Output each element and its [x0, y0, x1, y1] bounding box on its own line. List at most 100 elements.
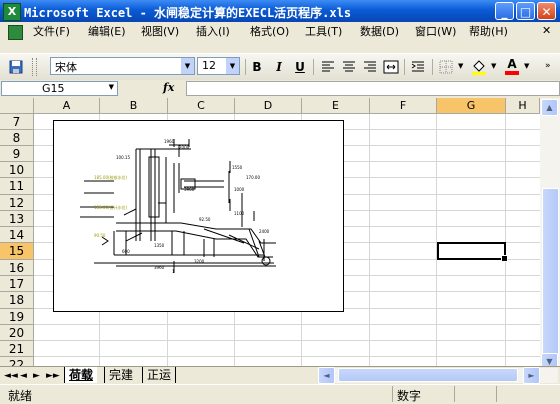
insert-function-button[interactable]: fx [163, 81, 174, 94]
borders-icon[interactable] [436, 57, 456, 77]
font-size-select[interactable]: 12 ▼ [197, 57, 240, 75]
column-header-active[interactable]: G [437, 98, 506, 114]
chevron-down-icon[interactable]: ▼ [181, 58, 194, 74]
chevron-down-icon[interactable]: ▼ [458, 62, 463, 70]
horizontal-scrollbar[interactable]: ◄ ► [318, 367, 558, 384]
menu-help[interactable]: 帮助(H) [466, 24, 511, 39]
dimension-label: 92.50 [199, 217, 211, 222]
sheet-tab-active[interactable]: 荷载 [64, 367, 98, 383]
status-panel [454, 386, 495, 402]
maximize-button[interactable]: □ [516, 2, 535, 20]
menu-window[interactable]: 窗口(W) [412, 24, 459, 39]
fill-color-icon[interactable] [469, 57, 489, 77]
font-color-icon[interactable]: A [502, 57, 522, 77]
last-sheet-button[interactable]: ►► [46, 371, 60, 381]
name-box-value: G15 [42, 82, 65, 95]
row-header-active[interactable]: 15 [0, 243, 34, 260]
sheet-tab[interactable]: 完建 [104, 367, 137, 383]
row-header[interactable]: 19 [0, 309, 34, 325]
menu-insert[interactable]: 插入(I) [193, 24, 233, 39]
column-header[interactable]: C [168, 98, 235, 114]
merge-center-icon[interactable] [381, 57, 401, 77]
title-bar[interactable]: X Microsoft Excel - 水闸稳定计算的EXECL活页程序.xls… [0, 0, 560, 22]
toolbar-options-icon[interactable]: » [545, 61, 551, 71]
sluice-cross-section-drawing: 1960 2000 1550 100.15 185.00(校核水位) 185.0… [80, 139, 276, 274]
close-button[interactable]: ✕ [537, 2, 556, 20]
status-bar: 就绪 数字 [0, 384, 560, 404]
align-left-icon[interactable] [318, 57, 338, 77]
worksheet-grid[interactable]: A B C D E F G H 7 8 9 10 11 12 13 14 15 … [0, 98, 540, 366]
chevron-down-icon[interactable]: ▼ [109, 83, 114, 91]
row-header[interactable]: 12 [0, 195, 34, 211]
row-header[interactable]: 10 [0, 162, 34, 178]
menu-format[interactable]: 格式(O) [247, 24, 292, 39]
dimension-label: 170.00 [246, 175, 260, 180]
underline-button[interactable]: U [290, 57, 310, 77]
dimension-label: 3200 [194, 259, 205, 264]
chevron-down-icon[interactable]: ▼ [524, 62, 529, 70]
save-icon[interactable] [6, 57, 26, 77]
chevron-down-icon[interactable]: ▼ [226, 58, 239, 74]
row-header[interactable]: 7 [0, 114, 34, 130]
first-sheet-button[interactable]: ◄◄ [4, 371, 18, 381]
select-all-corner[interactable] [0, 98, 34, 114]
scroll-thumb[interactable] [542, 188, 559, 356]
sheet-tab[interactable]: 正运 [142, 367, 177, 383]
menu-file[interactable]: 文件(F) [30, 24, 73, 39]
menu-view[interactable]: 视图(V) [138, 24, 182, 39]
dimension-label: 2000 [179, 145, 190, 150]
column-header[interactable]: B [100, 98, 168, 114]
bold-button[interactable]: B [247, 57, 267, 77]
menu-tools[interactable]: 工具(T) [302, 24, 345, 39]
row-header[interactable]: 21 [0, 341, 34, 357]
row-header[interactable]: 18 [0, 292, 34, 309]
fill-handle[interactable] [501, 255, 508, 262]
formula-input[interactable] [186, 81, 560, 96]
active-cell[interactable] [437, 242, 508, 262]
row-header[interactable]: 17 [0, 276, 34, 292]
scroll-up-icon[interactable]: ▲ [541, 99, 558, 116]
embedded-drawing[interactable]: 1960 2000 1550 100.15 185.00(校核水位) 185.0… [53, 120, 344, 312]
vertical-scrollbar[interactable]: ▲ ▼ [540, 98, 560, 370]
italic-button[interactable]: I [269, 57, 289, 77]
menu-edit[interactable]: 编辑(E) [85, 24, 129, 39]
document-close-button[interactable]: ✕ [542, 24, 551, 37]
align-right-icon[interactable] [360, 57, 380, 77]
column-header[interactable]: E [302, 98, 370, 114]
workbook-icon[interactable] [8, 25, 23, 40]
column-header[interactable]: D [235, 98, 302, 114]
row-header[interactable]: 14 [0, 227, 34, 243]
row-header[interactable]: 20 [0, 325, 34, 341]
dimension-label: 2400 [259, 229, 270, 234]
prev-sheet-button[interactable]: ◄ [20, 371, 27, 381]
toolbar-grip[interactable] [32, 58, 37, 76]
toolbar-separator [313, 59, 314, 75]
row-header[interactable]: 16 [0, 260, 34, 276]
column-header[interactable]: F [370, 98, 437, 114]
menu-data[interactable]: 数据(D) [357, 24, 402, 39]
font-color-label: A [507, 57, 517, 71]
excel-icon[interactable]: X [3, 3, 21, 21]
next-sheet-button[interactable]: ► [33, 371, 40, 381]
font-name-select[interactable]: 宋体 ▼ [50, 57, 195, 75]
row-header[interactable]: 22 [0, 357, 34, 366]
column-header[interactable]: A [34, 98, 100, 114]
gridline [436, 114, 437, 366]
row-header[interactable]: 9 [0, 146, 34, 162]
gridline [369, 114, 370, 366]
column-header[interactable]: H [506, 98, 540, 114]
scroll-left-icon[interactable]: ◄ [318, 367, 335, 384]
dimension-label: 1960 [164, 139, 175, 144]
row-header[interactable]: 11 [0, 178, 34, 195]
row-header[interactable]: 8 [0, 130, 34, 146]
gridline [505, 114, 506, 366]
scroll-right-icon[interactable]: ► [523, 367, 540, 384]
dimension-label: 1000 [234, 187, 245, 192]
row-header[interactable]: 13 [0, 211, 34, 227]
chevron-down-icon[interactable]: ▼ [491, 62, 496, 70]
name-box[interactable]: G15 ▼ [1, 81, 118, 96]
scroll-thumb[interactable] [338, 368, 518, 382]
minimize-button[interactable]: _ [495, 2, 514, 20]
indent-icon[interactable] [408, 57, 428, 77]
align-center-icon[interactable] [339, 57, 359, 77]
